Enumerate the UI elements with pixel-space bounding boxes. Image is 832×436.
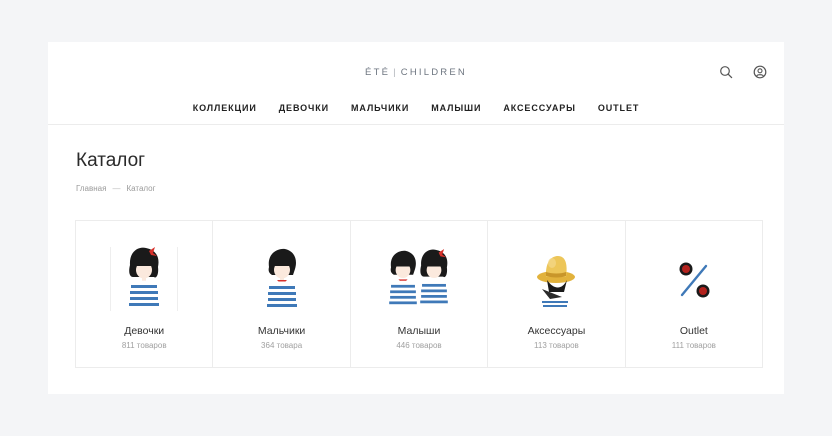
nav-item-collections[interactable]: КОЛЛЕКЦИИ — [193, 103, 257, 113]
boy-illustration — [248, 247, 316, 311]
logo-separator: | — [393, 67, 398, 78]
breadcrumb: Главная — Каталог — [76, 184, 156, 193]
percent-illustration — [660, 247, 728, 311]
category-count: 446 товаров — [396, 341, 442, 350]
logo-text-left: ÉTÉ — [365, 67, 391, 78]
category-count: 111 товаров — [671, 341, 716, 350]
category-card-accessories[interactable]: Аксессуары 113 товаров — [488, 221, 626, 367]
nav-item-babies[interactable]: МАЛЫШИ — [431, 103, 481, 113]
page-container: ÉTÉ | CHILDREN КОЛЛЕКЦИИ ДЕВОЧКИ МАЛЬЧИКИ … — [48, 42, 784, 394]
category-grid: Девочки 811 товаров Мальчики 364 товара … — [75, 220, 763, 368]
category-card-girls[interactable]: Девочки 811 товаров — [76, 221, 214, 367]
category-name: Девочки — [124, 325, 165, 337]
category-name: Аксессуары — [527, 325, 586, 337]
breadcrumb-separator: — — [112, 184, 121, 193]
category-name: Outlet — [679, 325, 708, 337]
logo-text-right: CHILDREN — [400, 67, 467, 78]
category-card-boys[interactable]: Мальчики 364 товара — [213, 221, 351, 367]
category-name: Мальчики — [257, 325, 306, 337]
nav-item-accessories[interactable]: АКСЕССУАРЫ — [503, 103, 576, 113]
category-name: Малыши — [397, 325, 441, 337]
kids-illustration — [385, 247, 453, 311]
main-nav: КОЛЛЕКЦИИ ДЕВОЧКИ МАЛЬЧИКИ МАЛЫШИ АКСЕСС… — [48, 103, 784, 113]
nav-item-boys[interactable]: МАЛЬЧИКИ — [351, 103, 409, 113]
breadcrumb-home-link[interactable]: Главная — [76, 184, 106, 193]
page-title: Каталог — [76, 150, 146, 171]
site-header: ÉTÉ | CHILDREN КОЛЛЕКЦИИ ДЕВОЧКИ МАЛЬЧИКИ … — [48, 42, 784, 125]
search-icon[interactable] — [719, 65, 733, 79]
category-count: 113 товаров — [534, 341, 579, 350]
breadcrumb-current: Каталог — [126, 184, 156, 193]
hat-illustration — [522, 247, 590, 311]
nav-item-girls[interactable]: ДЕВОЧКИ — [279, 103, 329, 113]
category-card-outlet[interactable]: Outlet 111 товаров — [626, 221, 762, 367]
nav-item-outlet[interactable]: OUTLET — [598, 103, 639, 113]
category-count: 364 товара — [261, 341, 303, 350]
category-count: 811 товаров — [121, 341, 167, 350]
girl-illustration — [110, 247, 179, 311]
site-logo[interactable]: ÉTÉ | CHILDREN — [48, 67, 784, 78]
account-icon[interactable] — [753, 65, 767, 79]
category-card-babies[interactable]: Малыши 446 товаров — [351, 221, 489, 367]
